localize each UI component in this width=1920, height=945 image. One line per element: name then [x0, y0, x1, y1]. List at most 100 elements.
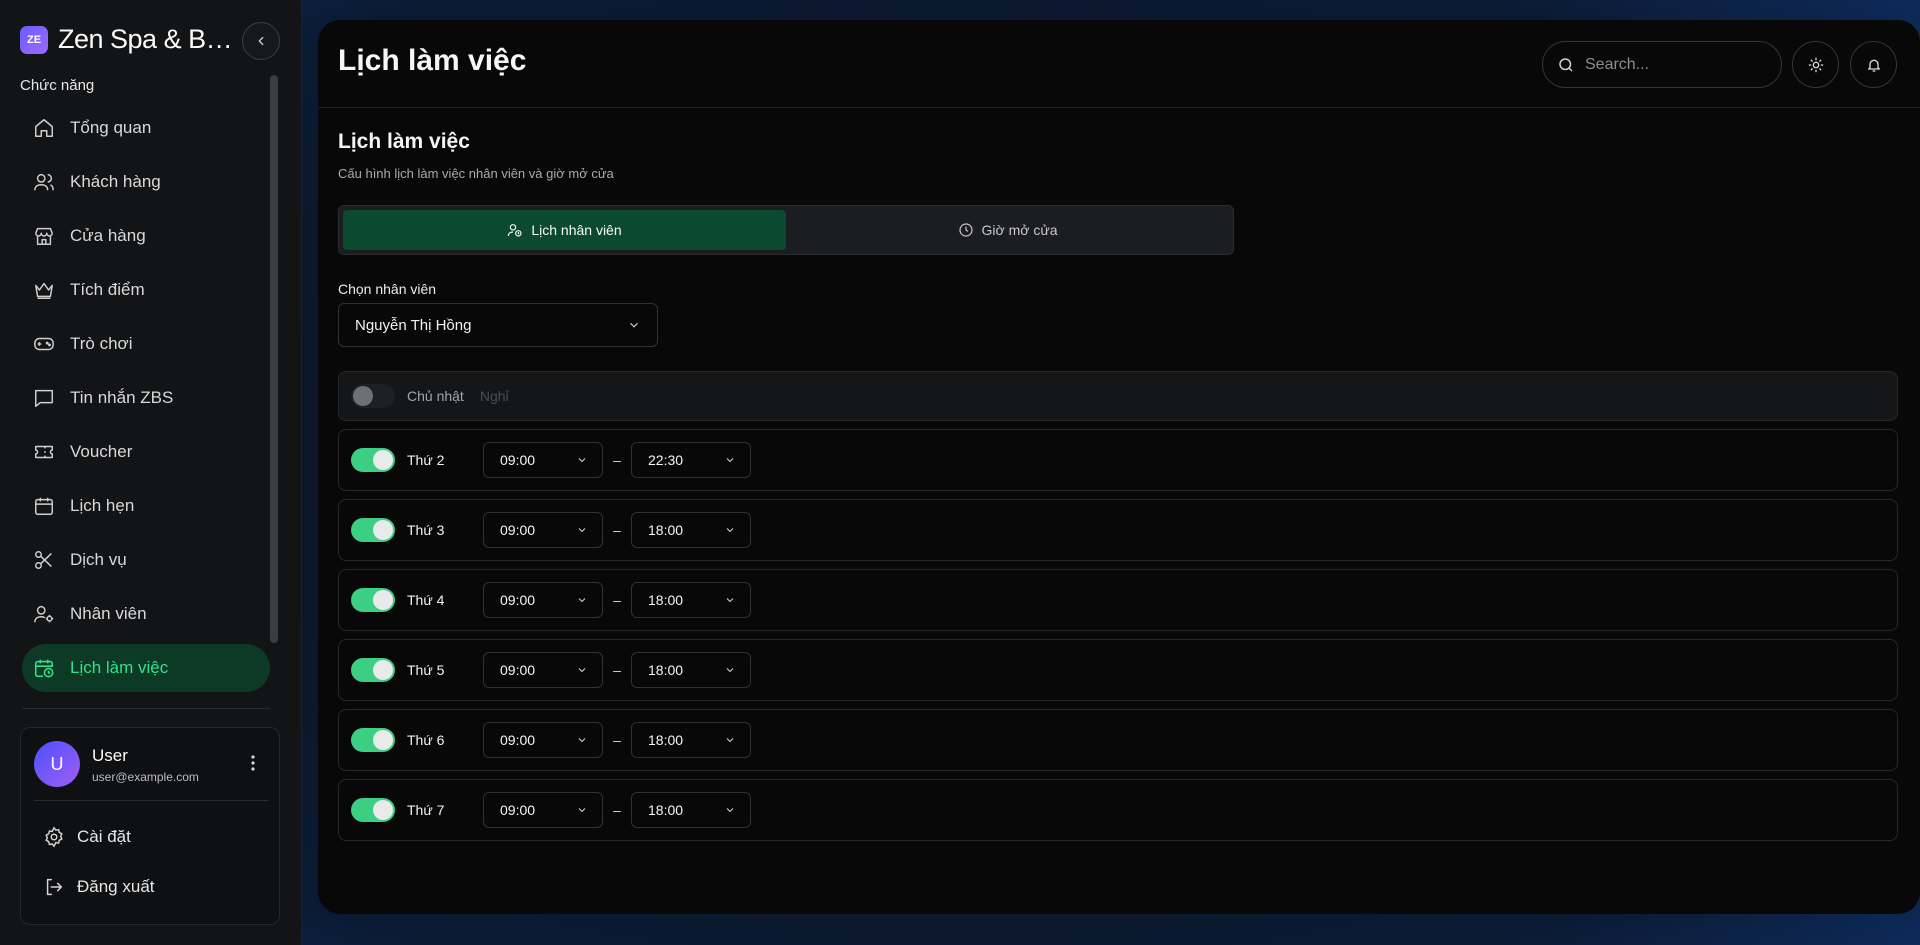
gear-icon [45, 826, 63, 848]
end-time-value: 22:30 [648, 452, 684, 468]
sidebar-item-label: Tin nhắn ZBS [70, 388, 174, 407]
sidebar-item-lich-hen[interactable]: Lịch hẹn [22, 482, 270, 530]
time-separator: – [613, 662, 621, 678]
sidebar-scrollbar[interactable] [270, 75, 278, 643]
chevron-down-icon [578, 808, 586, 813]
time-separator: – [613, 522, 621, 538]
app-name: Zen Spa & Bea... [58, 24, 246, 54]
search-input[interactable] [1585, 55, 1765, 74]
schedule-row: Thứ 2 09:00 – 22:30 [338, 429, 1898, 491]
store-icon [32, 224, 56, 248]
day-toggle[interactable] [351, 798, 395, 822]
sidebar-item-label: Nhân viên [70, 604, 147, 623]
time-separator: – [613, 732, 621, 748]
start-time-select[interactable]: 09:00 [483, 582, 603, 618]
employee-select[interactable]: Nguyễn Thị Hồng [338, 303, 658, 347]
section-title: Lịch làm việc [338, 130, 470, 153]
sidebar-item-label: Khách hàng [70, 172, 161, 191]
day-toggle[interactable] [351, 518, 395, 542]
day-toggle[interactable] [351, 728, 395, 752]
end-time-select[interactable]: 18:00 [631, 722, 751, 758]
start-time-select[interactable]: 09:00 [483, 442, 603, 478]
employee-select-value: Nguyễn Thị Hồng [355, 316, 472, 334]
start-time-select[interactable]: 09:00 [483, 652, 603, 688]
user-menu-button[interactable] [243, 750, 263, 776]
page-title: Lịch làm việc [338, 44, 527, 77]
start-time-select[interactable]: 09:00 [483, 512, 603, 548]
bell-icon [1867, 59, 1880, 72]
end-time-select[interactable]: 18:00 [631, 792, 751, 828]
time-separator: – [613, 802, 621, 818]
day-toggle[interactable] [351, 658, 395, 682]
settings-button[interactable]: Cài đặt [43, 821, 131, 853]
sidebar-item-label: Voucher [70, 442, 133, 461]
schedule-tabs: Lịch nhân viên Giờ mở cửa [338, 205, 1234, 255]
section-label: Chức năng [20, 77, 95, 94]
theme-toggle-button[interactable] [1792, 41, 1839, 88]
logout-label: Đăng xuất [77, 877, 155, 896]
search-icon [1559, 57, 1573, 72]
tab-staff-schedule[interactable]: Lịch nhân viên [343, 210, 786, 250]
toggle-knob [373, 660, 393, 680]
brand[interactable]: ZE Zen Spa & Bea... [20, 24, 246, 55]
day-toggle[interactable] [351, 448, 395, 472]
sun-icon [1808, 57, 1823, 72]
chevron-down-icon [578, 668, 586, 673]
end-time-select[interactable]: 18:00 [631, 582, 751, 618]
sidebar-item-nhan-vien[interactable]: Nhân viên [22, 590, 270, 638]
start-time-value: 09:00 [500, 732, 536, 748]
sidebar-item-label: Lịch làm việc [70, 658, 169, 677]
avatar[interactable]: U [34, 741, 80, 787]
time-separator: – [613, 592, 621, 608]
settings-label: Cài đặt [77, 827, 131, 846]
toggle-knob [373, 800, 393, 820]
chevron-down-icon [578, 528, 586, 533]
schedule-row: Thứ 7 09:00 – 18:00 [338, 779, 1898, 841]
sidebar-item-cua-hang[interactable]: Cửa hàng [22, 212, 270, 260]
chevron-down-icon [578, 458, 586, 463]
sidebar-item-khach-hang[interactable]: Khách hàng [22, 158, 270, 206]
search-box[interactable] [1542, 41, 1782, 88]
end-time-select[interactable]: 22:30 [631, 442, 751, 478]
sidebar-item-tin-nhan[interactable]: Tin nhắn ZBS [22, 374, 270, 422]
chevron-down-icon [578, 598, 586, 603]
end-time-value: 18:00 [648, 802, 684, 818]
sidebar-item-label: Tích điểm [70, 280, 145, 299]
start-time-value: 09:00 [500, 452, 536, 468]
chevron-down-icon [630, 322, 638, 328]
toggle-knob [373, 730, 393, 750]
sidebar: ZE Zen Spa & Bea... Chức năng Tổng quan … [0, 0, 302, 945]
start-time-value: 09:00 [500, 592, 536, 608]
chevron-down-icon [726, 738, 734, 743]
day-toggle[interactable] [351, 384, 395, 408]
tab-opening-hours[interactable]: Giờ mở cửa [786, 210, 1229, 250]
end-time-select[interactable]: 18:00 [631, 652, 751, 688]
end-time-select[interactable]: 18:00 [631, 512, 751, 548]
user-card: U User user@example.com Cài đặt Đăng xuấ… [20, 727, 280, 925]
sidebar-item-tich-diem[interactable]: Tích điểm [22, 266, 270, 314]
logout-button[interactable]: Đăng xuất [43, 871, 155, 903]
end-time-value: 18:00 [648, 592, 684, 608]
schedule-row: Thứ 6 09:00 – 18:00 [338, 709, 1898, 771]
start-time-select[interactable]: 09:00 [483, 722, 603, 758]
collapse-sidebar-button[interactable] [242, 22, 280, 60]
user-clock-icon [508, 224, 522, 237]
day-name: Thứ 6 [407, 732, 445, 748]
day-name: Thứ 2 [407, 452, 445, 468]
sidebar-item-tro-choi[interactable]: Trò chơi [22, 320, 270, 368]
toggle-knob [373, 590, 393, 610]
toggle-knob [373, 450, 393, 470]
sidebar-item-lich-lam-viec[interactable]: Lịch làm việc [22, 644, 270, 692]
start-time-select[interactable]: 09:00 [483, 792, 603, 828]
sidebar-item-dich-vu[interactable]: Dịch vụ [22, 536, 270, 584]
sidebar-item-tong-quan[interactable]: Tổng quan [22, 104, 270, 152]
chevron-down-icon [726, 458, 734, 463]
ticket-icon [32, 440, 56, 464]
notifications-button[interactable] [1850, 41, 1897, 88]
day-name: Thứ 4 [407, 592, 445, 608]
day-name: Chủ nhật [407, 388, 464, 404]
calendar-icon [32, 494, 56, 518]
sidebar-item-voucher[interactable]: Voucher [22, 428, 270, 476]
main-header: Lịch làm việc [318, 20, 1920, 108]
day-toggle[interactable] [351, 588, 395, 612]
